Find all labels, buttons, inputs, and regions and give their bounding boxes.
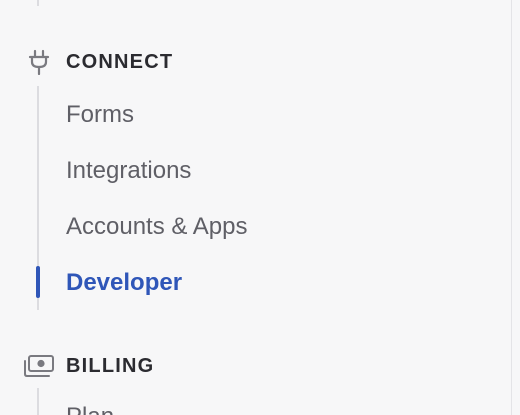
- sidebar-divider: [511, 0, 512, 415]
- nav-item-developer[interactable]: Developer: [66, 265, 182, 301]
- nav-item-plan[interactable]: Plan: [66, 399, 114, 415]
- nav-item-accounts-apps[interactable]: Accounts & Apps: [66, 209, 247, 245]
- active-indicator: [36, 266, 40, 298]
- nav-item-integrations[interactable]: Integrations: [66, 153, 191, 189]
- section-title-connect: CONNECT: [66, 50, 174, 73]
- section-header-connect: CONNECT: [22, 45, 173, 79]
- section-header-billing: BILLING: [22, 349, 154, 383]
- plug-icon: [22, 45, 56, 79]
- money-icon: [22, 349, 56, 383]
- settings-sidebar: CONNECT Forms Integrations Accounts & Ap…: [0, 0, 520, 415]
- section-title-billing: BILLING: [66, 354, 155, 377]
- section-rail: [37, 0, 39, 6]
- nav-item-forms[interactable]: Forms: [66, 97, 134, 133]
- section-rail: [37, 388, 39, 415]
